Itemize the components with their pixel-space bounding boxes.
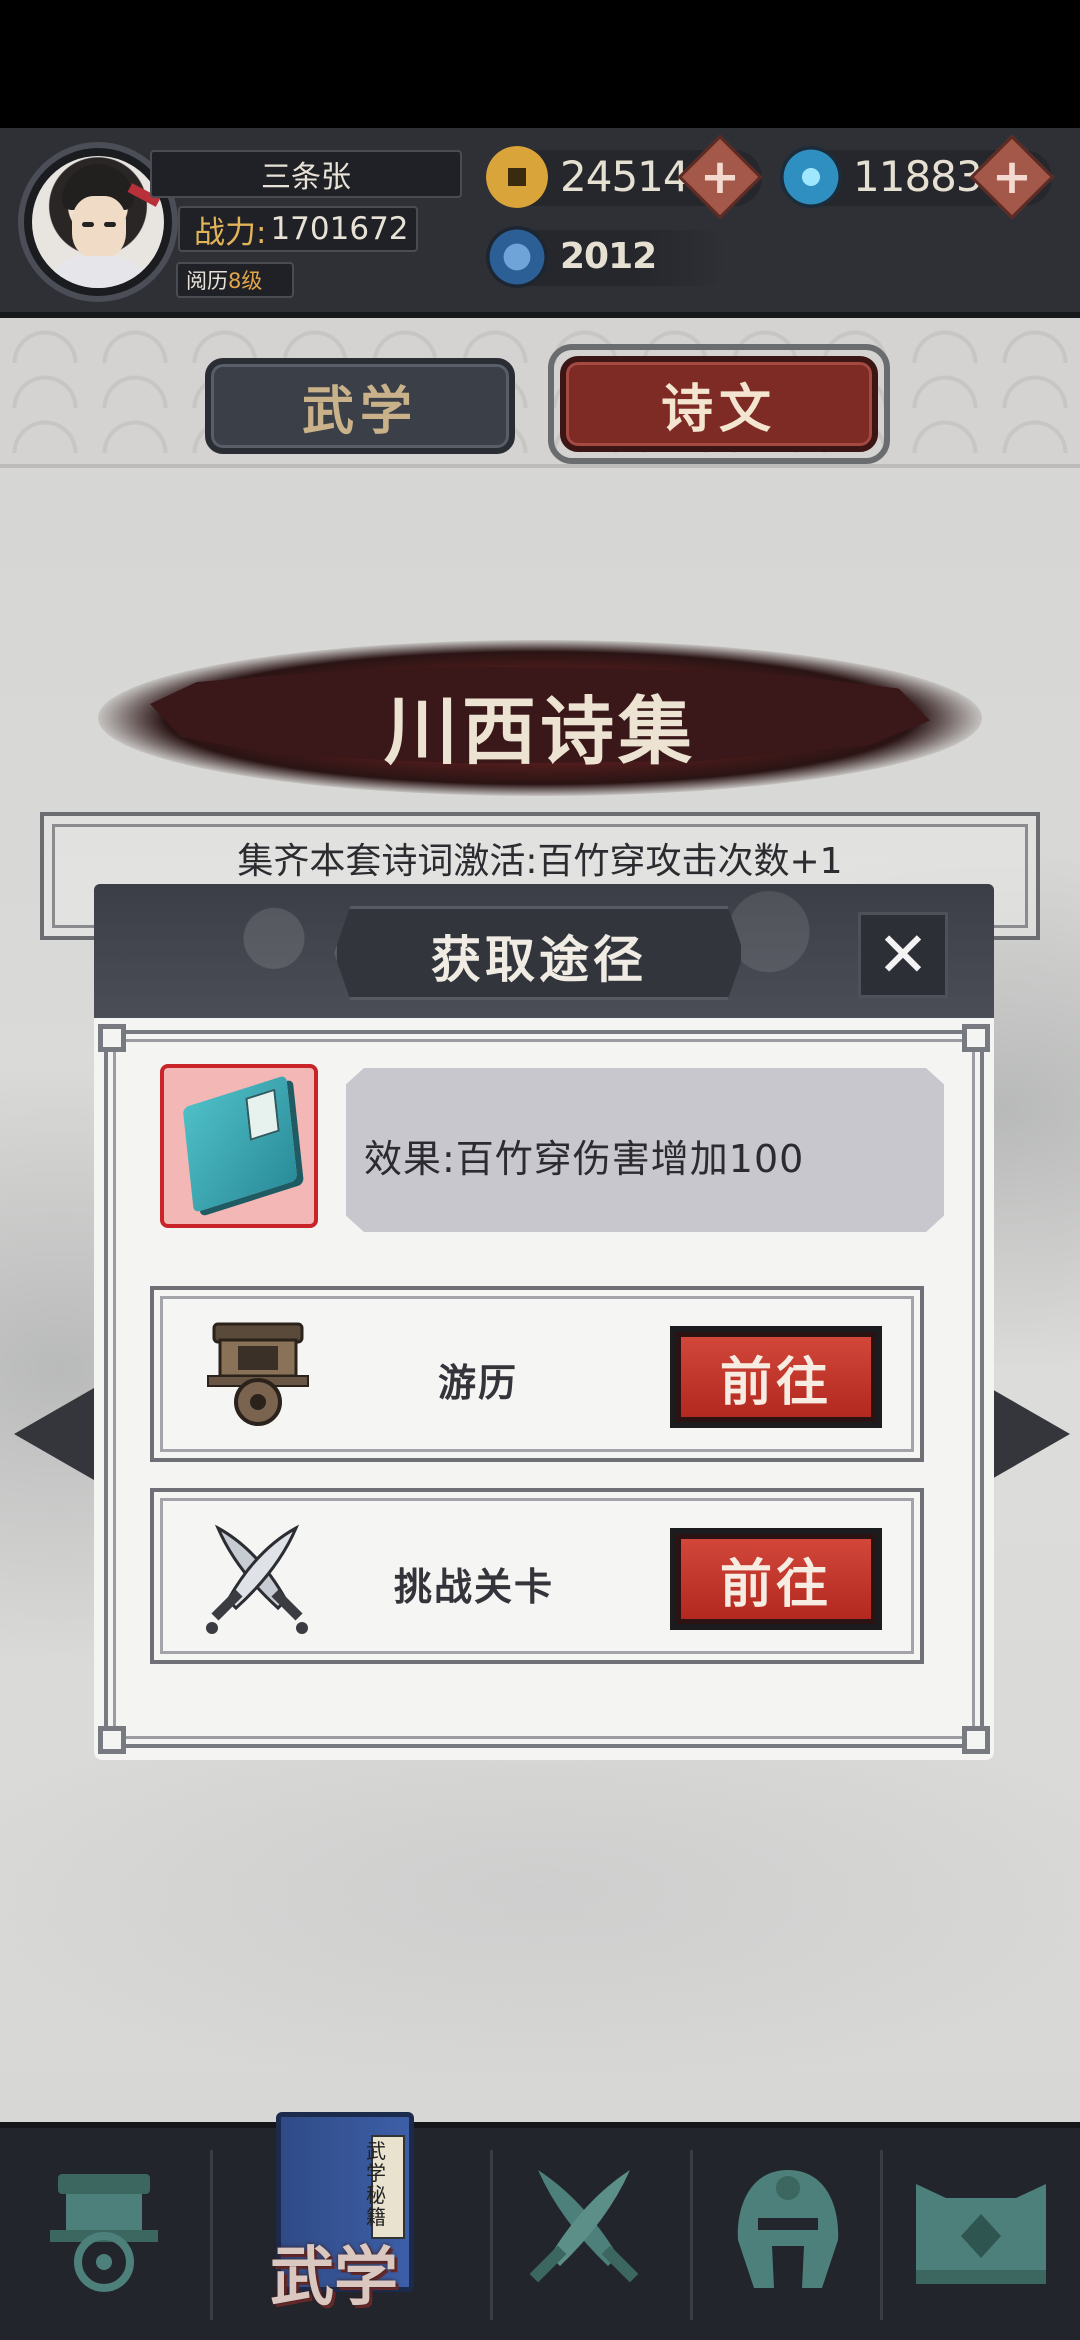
route-label-travel: 游历: [438, 1361, 519, 1405]
status-bar: [0, 0, 1080, 128]
cart-icon: [207, 1322, 309, 1426]
tab-poetry[interactable]: 诗文: [560, 356, 878, 452]
modal-title: 获取途径: [431, 931, 647, 989]
corner-ornament: [962, 1024, 990, 1052]
gold-coin-icon: [486, 146, 548, 208]
player-name: 三条张: [150, 150, 462, 198]
crossed-swords-nav-icon[interactable]: [514, 2160, 654, 2300]
close-button[interactable]: ✕: [858, 912, 948, 998]
previous-set-arrow-icon[interactable]: [14, 1388, 94, 1480]
corner-ornament: [98, 1726, 126, 1754]
crystal-value: 11883: [853, 152, 983, 201]
nav-divider: [210, 2150, 213, 2320]
route-label-challenge: 挑战关卡: [394, 1565, 555, 1609]
effect-text: 效果:百竹穿伤害增加100: [364, 1137, 805, 1181]
corner-ornament: [98, 1024, 126, 1052]
go-travel-button[interactable]: 前往: [676, 1332, 876, 1422]
helmet-nav-icon[interactable]: [718, 2160, 858, 2300]
set-title: 川西诗集: [384, 689, 696, 775]
experience-level-label: 阅历: [186, 269, 228, 293]
jade-stone-icon: [486, 226, 548, 288]
go-challenge-button-label: 前往: [719, 1554, 832, 1615]
nav-divider: [490, 2150, 493, 2320]
corner-ornament: [962, 1726, 990, 1754]
next-set-arrow-icon[interactable]: [990, 1388, 1070, 1480]
plus-icon: +: [991, 149, 1033, 205]
experience-level-value: 8级: [228, 269, 263, 293]
nav-divider: [690, 2150, 693, 2320]
go-challenge-button[interactable]: 前往: [676, 1534, 876, 1624]
jade-value: 2012: [560, 236, 657, 277]
nav-active-label: 武学: [270, 2241, 398, 2315]
cart-nav-icon[interactable]: [44, 2168, 164, 2296]
tab-bar: [0, 318, 1080, 468]
armor-nav-icon[interactable]: [906, 2174, 1056, 2294]
crossed-swords-icon: [206, 1524, 308, 1634]
combat-power: 战力: 1701672: [178, 206, 418, 252]
crystal-icon: [780, 146, 842, 208]
nav-divider: [880, 2150, 883, 2320]
tab-martial-arts[interactable]: 武学: [205, 358, 515, 454]
set-bonus-text: 集齐本套诗词激活:百竹穿攻击次数+1: [237, 841, 843, 882]
avatar[interactable]: [32, 156, 164, 288]
close-icon: ✕: [877, 918, 929, 991]
plus-icon: +: [699, 149, 741, 205]
combat-power-value: 1701672: [270, 211, 409, 247]
go-travel-button-label: 前往: [719, 1352, 832, 1413]
combat-power-label: 战力:: [194, 214, 267, 251]
book-tag-text: 武学秘籍: [366, 2139, 386, 2229]
experience-level: 阅历 8级: [176, 262, 294, 298]
gold-value: 24514: [560, 152, 690, 201]
